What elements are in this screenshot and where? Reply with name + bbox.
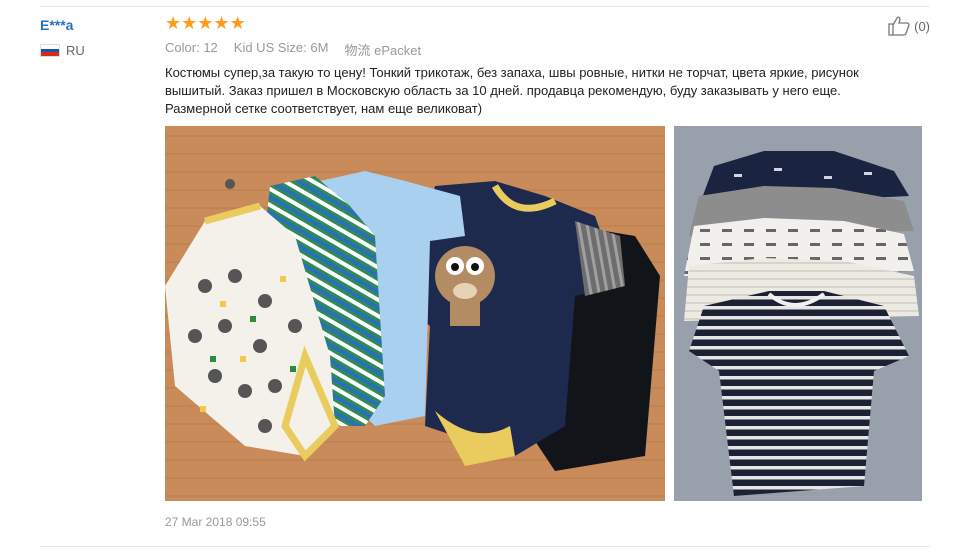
bottom-divider (40, 546, 930, 547)
reviewer-country: RU (40, 43, 85, 58)
country-code: RU (66, 43, 85, 58)
russia-flag-icon (40, 44, 60, 57)
helpful-count: (0) (914, 18, 930, 34)
review-photo-2[interactable] (674, 126, 922, 501)
review-photo-1[interactable] (165, 126, 665, 501)
thumbs-up-icon (888, 16, 910, 36)
review-text: Костюмы супер,за такую то цену! Тонкий т… (165, 65, 859, 116)
color-detail: Color: 12 (165, 40, 218, 55)
order-details: Color: 12 Kid US Size: 6M 物流 ePacket (165, 40, 421, 59)
star-icon: ★ (181, 13, 198, 33)
shipping-detail: 物流 ePacket (344, 43, 422, 58)
review-date: 27 Mar 2018 09:55 (165, 515, 266, 529)
star-icon: ★ (213, 13, 230, 33)
reviewer-name[interactable]: E***a (40, 17, 73, 33)
rating-stars: ★ ★ ★ ★ ★ (165, 13, 246, 33)
size-detail: Kid US Size: 6M (233, 40, 329, 55)
star-icon: ★ (197, 13, 214, 33)
star-icon: ★ (229, 13, 246, 33)
helpful-button[interactable]: (0) (888, 16, 930, 36)
star-icon: ★ (165, 13, 182, 33)
top-divider (40, 6, 930, 7)
